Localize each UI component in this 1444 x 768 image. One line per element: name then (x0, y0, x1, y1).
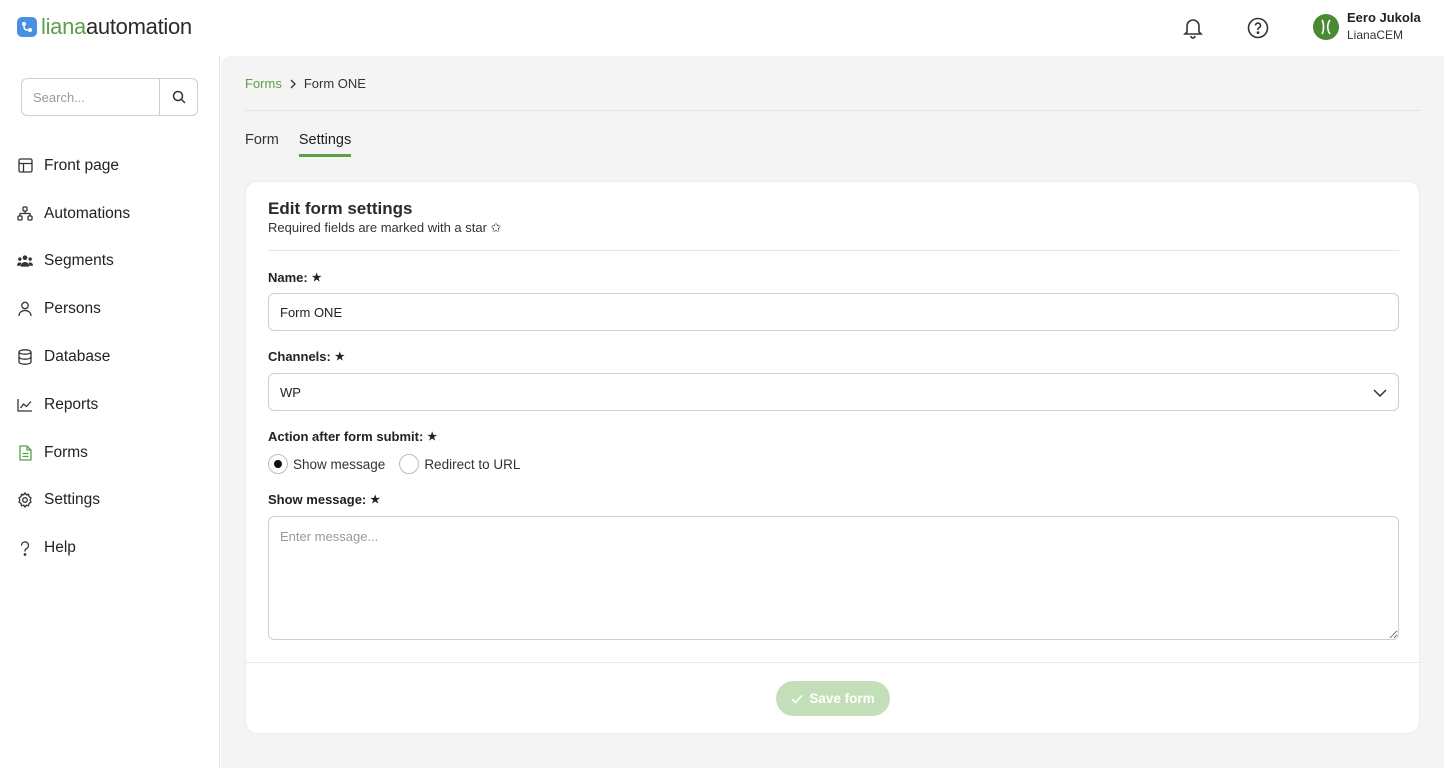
sidebar-item-label: Reports (44, 395, 99, 413)
divider (245, 110, 1420, 111)
chevron-down-icon (1373, 385, 1387, 400)
avatar (1313, 14, 1339, 40)
save-form-button[interactable]: Save form (776, 681, 890, 716)
logo-text: lianaautomation (41, 14, 192, 39)
required-star-icon: ★ (311, 272, 322, 284)
flow-icon (17, 206, 33, 222)
sidebar-item-automations[interactable]: Automations (0, 190, 219, 238)
sidebar-item-label: Persons (44, 300, 101, 318)
channels-label-text: Channels: (268, 349, 331, 364)
message-label: Show message: ★ (268, 492, 380, 507)
check-icon (791, 694, 803, 704)
sidebar-item-label: Forms (44, 443, 88, 461)
action-label: Action after form submit: ★ (268, 429, 437, 444)
radio-unselected-icon (399, 454, 420, 474)
form-icon (17, 445, 33, 461)
sidebar-item-label: Segments (44, 252, 114, 270)
sidebar-item-front-page[interactable]: Front page (0, 142, 219, 190)
sidebar-item-label: Automations (44, 204, 131, 222)
card-title: Edit form settings (268, 199, 413, 218)
users-icon (17, 253, 33, 269)
notifications-bell-icon[interactable] (1180, 15, 1206, 41)
chevron-right-icon (288, 79, 298, 89)
search-icon (172, 90, 186, 104)
user-menu[interactable]: Eero Jukola LianaCEM (1313, 10, 1421, 44)
liana-automation-logo[interactable]: lianaautomation (17, 16, 192, 38)
form-settings-card: Edit form settings Required fields are m… (245, 181, 1420, 734)
sidebar-item-segments[interactable]: Segments (0, 238, 219, 286)
search-button[interactable] (159, 78, 198, 116)
action-radio-group: Show message Redirect to URL (268, 454, 520, 474)
sidebar-item-label: Front page (44, 156, 119, 174)
help-question-icon[interactable] (1245, 15, 1271, 41)
sidebar-item-forms[interactable]: Forms (0, 429, 219, 477)
required-star-icon: ★ (370, 494, 381, 506)
user-name: Eero Jukola (1347, 10, 1421, 25)
search-input[interactable] (21, 78, 159, 116)
user-org: LianaCEM (1347, 28, 1404, 42)
sidebar-item-persons[interactable]: Persons (0, 285, 219, 333)
radio-show-message[interactable]: Show message (268, 454, 385, 474)
required-star-icon: ★ (334, 351, 345, 363)
name-field[interactable] (268, 293, 1399, 331)
sidebar-item-settings[interactable]: Settings (0, 477, 219, 525)
sidebar-nav: Front page Automations Segments Persons … (0, 142, 219, 572)
grid-icon (17, 158, 33, 174)
logo-mark-icon (17, 17, 37, 37)
person-icon (17, 301, 33, 317)
breadcrumb-current: Form ONE (303, 76, 366, 91)
divider (268, 250, 1399, 251)
action-label-text: Action after form submit: (268, 429, 424, 444)
message-textarea[interactable] (268, 516, 1399, 640)
channels-selected-value: WP (280, 384, 301, 400)
message-label-text: Show message: (268, 492, 367, 507)
breadcrumb-forms-link[interactable]: Forms (245, 76, 282, 91)
chart-icon (17, 397, 33, 413)
name-label: Name: ★ (268, 270, 322, 285)
top-header: lianaautomation Eero Jukola LianaCEM (0, 0, 1444, 56)
sidebar-item-database[interactable]: Database (0, 333, 219, 381)
divider (246, 662, 1419, 663)
gear-icon (17, 492, 33, 509)
tab-settings[interactable]: Settings (298, 132, 352, 157)
channels-label: Channels: ★ (268, 349, 345, 364)
radio-selected-icon (268, 454, 288, 474)
sidebar-item-label: Settings (44, 491, 101, 509)
sidebar-item-help[interactable]: Help (0, 524, 219, 572)
tab-form[interactable]: Form (245, 132, 279, 157)
sidebar-item-label: Help (44, 539, 76, 557)
tabs: Form Settings (245, 132, 352, 157)
sidebar-item-reports[interactable]: Reports (0, 381, 219, 429)
sidebar: Front page Automations Segments Persons … (0, 56, 220, 768)
card-subtitle: Required fields are marked with a star ✩ (268, 220, 502, 235)
radio-redirect-url[interactable]: Redirect to URL (399, 454, 520, 474)
sidebar-search (21, 78, 198, 116)
main-content: Forms Form ONE Form Settings Edit form s… (221, 56, 1444, 768)
radio-label: Show message (293, 456, 386, 472)
user-info: Eero Jukola LianaCEM (1347, 10, 1421, 44)
radio-label: Redirect to URL (424, 456, 521, 472)
channels-select[interactable]: WP (268, 373, 1399, 411)
name-label-text: Name: (268, 270, 308, 285)
sidebar-item-label: Database (44, 348, 111, 366)
question-icon (17, 540, 33, 556)
required-star-icon: ★ (427, 431, 438, 443)
save-button-label: Save form (809, 691, 875, 706)
database-icon (17, 349, 33, 365)
breadcrumb: Forms Form ONE (245, 76, 366, 91)
